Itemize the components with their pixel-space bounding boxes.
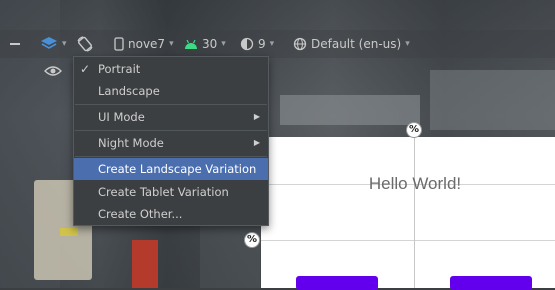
hello-text[interactable]: Hello World! xyxy=(340,174,490,194)
menu-separator xyxy=(75,104,267,105)
design-surface-button[interactable]: ▾ xyxy=(40,30,67,58)
device-selector[interactable]: nove7 ▾ xyxy=(114,30,174,58)
android-icon xyxy=(185,39,197,49)
menu-item-label: Night Mode xyxy=(98,136,164,150)
checkmark-icon: ✓ xyxy=(80,62,91,76)
menu-item-label: Create Landscape Variation xyxy=(98,162,257,176)
layout-preview[interactable] xyxy=(261,137,555,288)
menu-item-create-tablet-variation[interactable]: Create Tablet Variation xyxy=(74,181,268,203)
theme-icon xyxy=(240,37,254,51)
chevron-down-icon: ▾ xyxy=(405,39,410,49)
menu-item-create-other[interactable]: Create Other... xyxy=(74,203,268,225)
menu-item-label: Create Tablet Variation xyxy=(98,185,229,199)
menu-item-create-landscape-variation[interactable]: Create Landscape Variation xyxy=(74,158,268,180)
locale-label: Default (en-us) xyxy=(311,37,402,51)
locale-selector[interactable]: Default (en-us) ▾ xyxy=(293,30,410,58)
menu-item-landscape[interactable]: Landscape xyxy=(74,80,268,102)
chevron-down-icon: ▾ xyxy=(221,39,226,49)
chevron-down-icon: ▾ xyxy=(169,39,174,49)
rotate-device-icon xyxy=(77,36,93,52)
percent-guideline-marker[interactable]: % xyxy=(407,123,421,137)
menu-item-ui-mode[interactable]: UI Mode ▶ xyxy=(74,106,268,128)
theme-selector[interactable]: 9 ▾ xyxy=(240,30,274,58)
orientation-button[interactable] xyxy=(76,30,94,58)
eye-icon xyxy=(44,66,62,76)
menu-item-label: Create Other... xyxy=(98,207,183,221)
chevron-down-icon: ▾ xyxy=(62,39,67,49)
menu-item-portrait[interactable]: ✓ Portrait xyxy=(74,58,268,80)
menu-separator xyxy=(75,156,267,157)
globe-icon xyxy=(293,37,307,51)
menu-item-night-mode[interactable]: Night Mode ▶ xyxy=(74,132,268,154)
phone-icon xyxy=(114,37,124,51)
guideline xyxy=(414,128,415,288)
chevron-down-icon: ▾ xyxy=(269,39,275,49)
submenu-arrow-icon: ▶ xyxy=(253,138,260,147)
device-label: nove7 xyxy=(128,37,166,51)
orientation-menu: ✓ Portrait Landscape UI Mode ▶ Night Mod… xyxy=(73,56,269,226)
theme-label: 9 xyxy=(258,37,266,51)
percent-guideline-marker[interactable]: % xyxy=(245,233,259,247)
guideline xyxy=(261,240,555,241)
submenu-arrow-icon: ▶ xyxy=(253,112,260,121)
menu-item-label: Portrait xyxy=(98,62,141,76)
api-level-selector[interactable]: 30 ▾ xyxy=(184,30,226,58)
menu-separator xyxy=(75,130,267,131)
api-level-label: 30 xyxy=(202,37,218,51)
menu-item-label: UI Mode xyxy=(98,110,145,124)
layers-icon xyxy=(41,37,57,49)
collapse-icon[interactable] xyxy=(10,30,20,58)
menu-item-label: Landscape xyxy=(98,84,160,98)
view-options-button[interactable] xyxy=(44,64,64,80)
